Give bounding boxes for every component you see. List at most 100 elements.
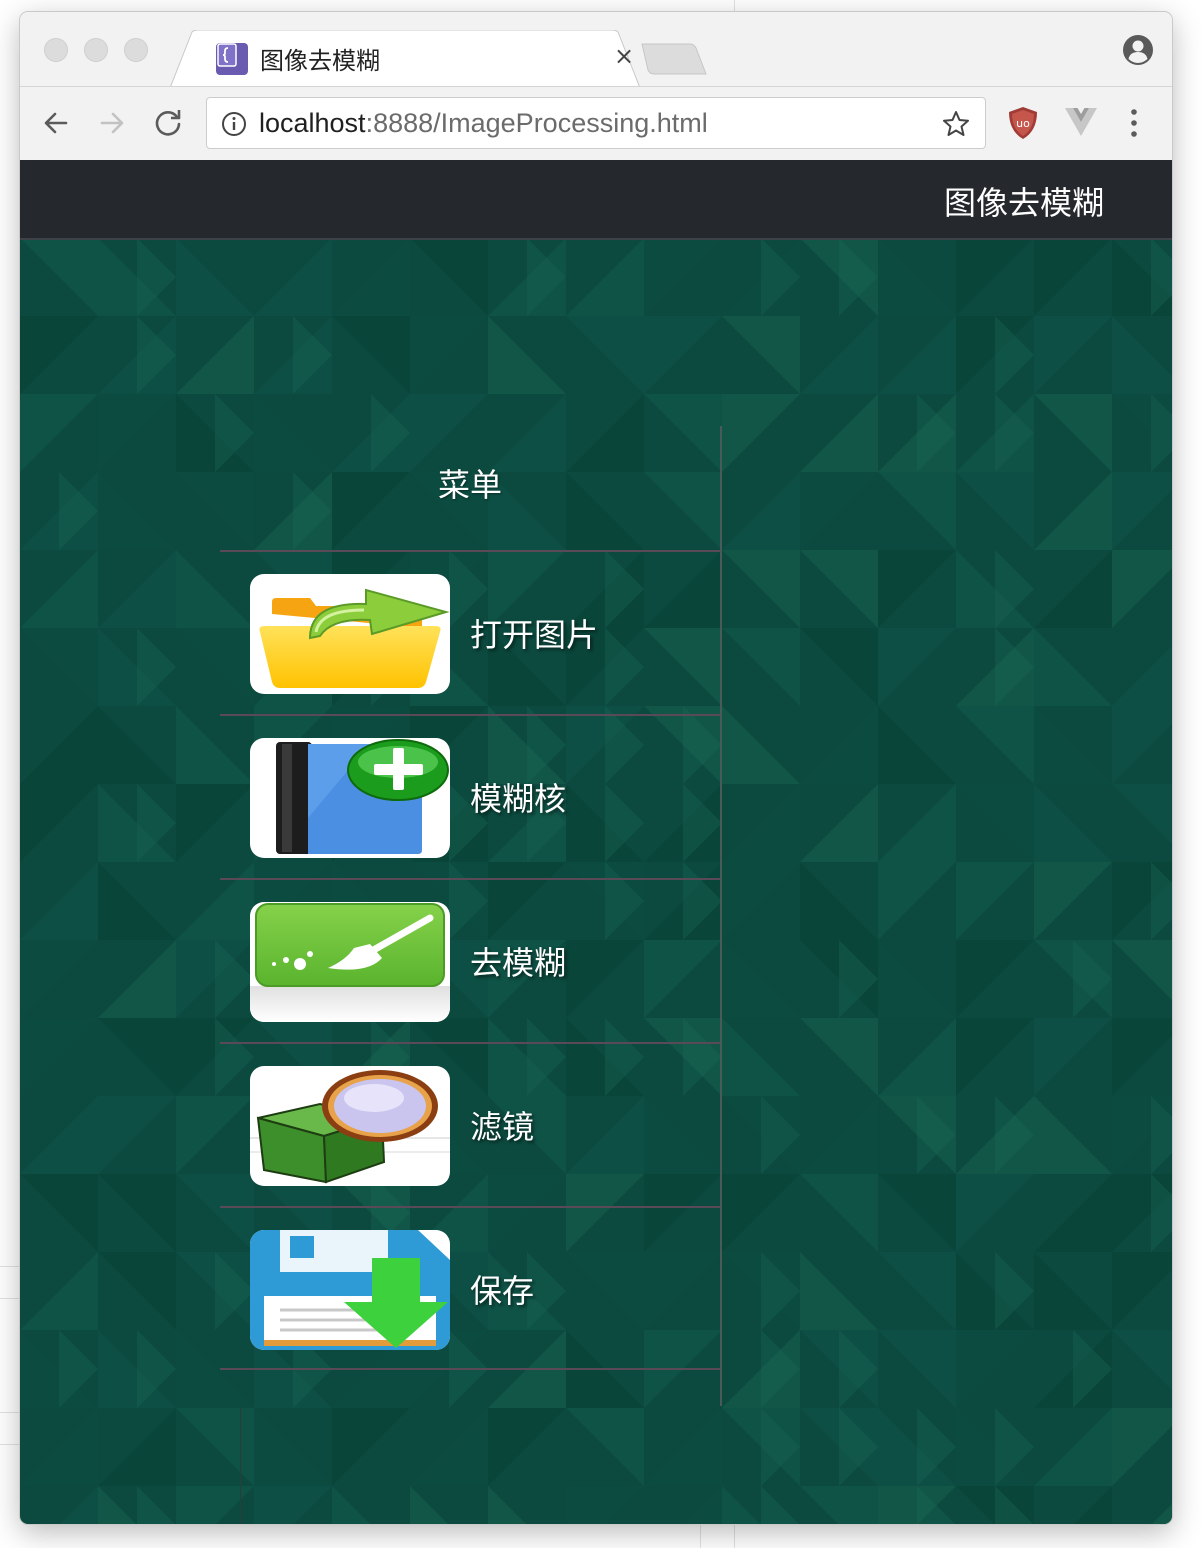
forward-arrow-icon[interactable] [96, 107, 128, 139]
pattern-triangle [800, 706, 878, 784]
back-arrow-icon[interactable] [40, 107, 72, 139]
pattern-triangle [878, 940, 956, 1018]
pattern-triangle [1034, 1252, 1112, 1330]
star-icon[interactable] [941, 109, 971, 139]
pattern-triangle [722, 316, 800, 394]
pattern-triangle [956, 1018, 1034, 1096]
pattern-triangle [1034, 1018, 1112, 1096]
pattern-triangle [1034, 1174, 1112, 1252]
vue-devtools-icon[interactable] [1064, 107, 1098, 137]
pattern-triangle [176, 316, 254, 394]
pattern-triangle [1152, 1504, 1172, 1524]
minimize-window-button[interactable] [84, 38, 108, 62]
browser-window: 图像去模糊 × localhost:8888/ImageProcessing.h… [20, 12, 1172, 1524]
pattern-triangle [722, 706, 800, 784]
menu-item-blur-kernel[interactable]: 模糊核 [220, 714, 720, 878]
pattern-triangle [761, 1486, 799, 1524]
pattern-triangle [332, 316, 410, 394]
pattern-triangle [644, 316, 722, 394]
tab-close-button[interactable]: × [614, 44, 634, 68]
pattern-triangle [800, 784, 878, 862]
zoom-window-button[interactable] [124, 38, 148, 62]
svg-text:uo: uo [1016, 117, 1030, 130]
desktop-guide-line [0, 1298, 20, 1299]
kebab-menu-icon[interactable] [1128, 107, 1140, 139]
menu-item-save[interactable]: 保存 [220, 1206, 720, 1370]
tab-strip: 图像去模糊 × [20, 12, 1172, 88]
pattern-triangle [722, 394, 800, 472]
desktop-guide-line [0, 1266, 20, 1267]
pattern-triangle [878, 784, 956, 862]
pattern-triangle [722, 940, 800, 1018]
pattern-triangle [1034, 394, 1112, 472]
pattern-triangle [878, 238, 956, 316]
pattern-triangle [800, 1252, 878, 1330]
pattern-triangle [1034, 316, 1112, 394]
pattern-triangle [98, 1174, 176, 1252]
pattern-triangle [878, 862, 956, 940]
address-bar[interactable]: localhost:8888/ImageProcessing.html [206, 97, 986, 149]
open-folder-icon [250, 574, 450, 694]
pattern-triangle [1074, 1486, 1112, 1524]
pattern-triangle [1034, 472, 1112, 550]
pattern-triangle [878, 706, 956, 784]
menu-item-open-image[interactable]: 打开图片 [220, 550, 720, 714]
pattern-triangle [98, 394, 176, 472]
new-tab-button[interactable] [640, 42, 710, 76]
pattern-triangle [566, 316, 644, 394]
pattern-triangle [176, 238, 254, 316]
url-host: localhost [259, 108, 366, 138]
save-download-icon [250, 1230, 450, 1350]
pattern-triangle [1034, 550, 1112, 628]
info-icon[interactable] [221, 111, 247, 137]
pattern-triangle [956, 862, 1034, 940]
pattern-triangle [20, 316, 98, 394]
pattern-triangle [878, 1174, 956, 1252]
pattern-triangle [566, 238, 644, 316]
pattern-triangle [332, 1408, 410, 1486]
pattern-triangle [722, 1018, 800, 1096]
desktop-guide-line [734, 1524, 735, 1548]
pattern-triangle [800, 550, 878, 628]
pattern-triangle [488, 1486, 526, 1524]
pattern-triangle [800, 862, 878, 940]
pattern-triangle [878, 1018, 956, 1096]
reload-icon[interactable] [152, 107, 184, 139]
pattern-triangle [800, 1174, 878, 1252]
close-window-button[interactable] [44, 38, 68, 62]
pattern-triangle [1112, 646, 1172, 706]
pattern-triangle [956, 1330, 1034, 1408]
pattern-triangle [1034, 862, 1112, 940]
pattern-triangle [20, 628, 98, 706]
pattern-triangle [98, 706, 176, 784]
pattern-triangle [1034, 238, 1112, 316]
pattern-triangle [1034, 1096, 1112, 1174]
profile-icon[interactable] [1122, 34, 1154, 66]
pattern-triangle [20, 862, 98, 940]
pattern-triangle [878, 472, 956, 550]
pattern-triangle [410, 1486, 448, 1524]
ublock-icon[interactable]: uo [1006, 105, 1040, 141]
pattern-triangle [878, 316, 956, 394]
desktop-guide-line [700, 1524, 701, 1548]
pattern-triangle [1034, 1408, 1112, 1486]
pattern-triangle [1112, 1408, 1172, 1486]
menu-item-filter[interactable]: 滤镜 [220, 1042, 720, 1206]
pattern-triangle [800, 394, 878, 472]
pattern-triangle [98, 1252, 176, 1330]
add-book-icon [250, 738, 450, 858]
pattern-triangle [98, 1408, 176, 1486]
pattern-triangle [1112, 1018, 1172, 1096]
pattern-triangle [878, 628, 956, 706]
pattern-triangle [410, 238, 488, 316]
navbar-brand[interactable]: 图像去模糊 [944, 178, 1104, 224]
pattern-triangle [956, 706, 1034, 784]
pattern-triangle [722, 862, 800, 940]
tab-active[interactable]: 图像去模糊 × [170, 30, 640, 88]
pattern-triangle [1112, 940, 1172, 1000]
menu-item-label: 保存 [470, 1272, 535, 1310]
menu-item-deblur[interactable]: 去模糊 [220, 878, 720, 1042]
menu-divider [720, 426, 722, 1406]
pattern-triangle [20, 238, 98, 316]
pattern-triangle [956, 940, 1034, 1018]
